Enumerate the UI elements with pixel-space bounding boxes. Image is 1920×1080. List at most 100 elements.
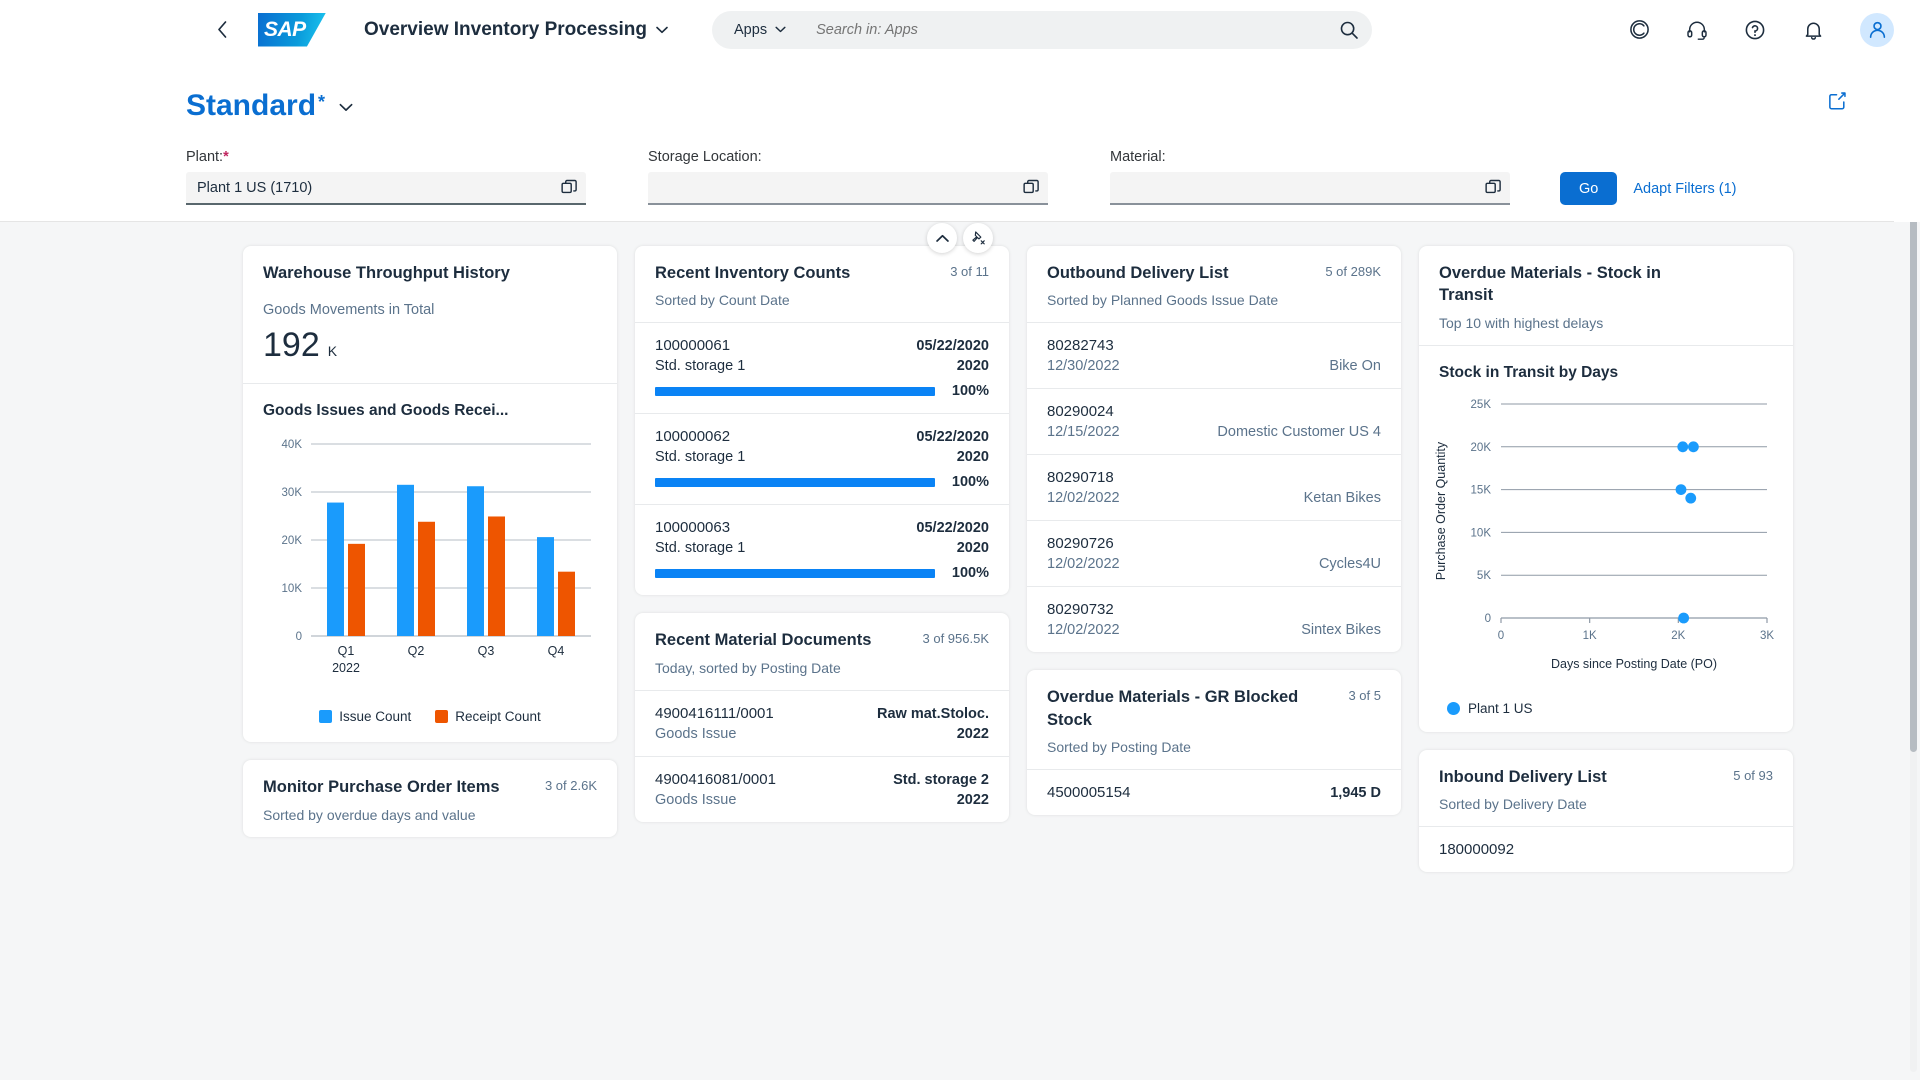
chevron-down-icon <box>775 26 786 33</box>
go-button[interactable]: Go <box>1560 172 1617 205</box>
card-overdue-stock-in-transit[interactable]: Overdue Materials - Stock in Transit Top… <box>1419 246 1793 732</box>
svg-text:10K: 10K <box>282 583 303 595</box>
material-document-id: 4900416081/0001 <box>655 771 776 788</box>
storage-location-input-wrapper[interactable] <box>648 172 1048 205</box>
legend-item-issue-count[interactable]: Issue Count <box>319 709 411 724</box>
svg-text:1K: 1K <box>1583 630 1597 642</box>
bar-chart[interactable]: 010K20K30K40KQ12022Q2Q3Q4 <box>243 424 617 705</box>
inventory-count-id: 100000063 <box>655 519 730 536</box>
list-item[interactable]: 8029072612/02/2022Cycles4U <box>1027 520 1401 586</box>
list-item[interactable]: 10000006105/22/2020Std. storage 12020100… <box>635 322 1009 413</box>
variant-modified-marker: * <box>318 93 325 111</box>
list-item-line: 45000051541,945 D <box>1047 784 1381 801</box>
app-title-menu[interactable]: Overview Inventory Processing <box>364 19 668 41</box>
card-subtitle: Sorted by Count Date <box>655 292 989 308</box>
plant-input[interactable] <box>197 180 561 196</box>
list-item[interactable]: 8029002412/15/2022Domestic Customer US 4 <box>1027 388 1401 454</box>
legend-swatch <box>435 710 448 723</box>
adapt-filters-button[interactable]: Adapt Filters (1) <box>1633 172 1736 205</box>
card-column-3: Outbound Delivery List 5 of 289K Sorted … <box>1027 246 1401 815</box>
card-subtitle: Today, sorted by Posting Date <box>655 660 989 676</box>
search-scope-selector[interactable]: Apps <box>712 11 802 49</box>
support-button[interactable] <box>1680 13 1714 47</box>
planned-goods-issue-date: 12/02/2022 <box>1047 556 1120 572</box>
list-item[interactable]: 45000051541,945 D <box>1027 769 1401 815</box>
list-item-line: 12/30/2022Bike On <box>1047 358 1381 374</box>
storage-location: Raw mat.Stoloc. <box>877 706 989 722</box>
card-inbound-delivery-list[interactable]: Inbound Delivery List 5 of 93 Sorted by … <box>1419 750 1793 872</box>
card-subtitle: Sorted by Posting Date <box>1047 739 1381 755</box>
bar-chart-legend: Issue Count Receipt Count <box>243 705 617 742</box>
storage-location-value-help-button[interactable] <box>1023 179 1040 196</box>
delivery-id: 80290726 <box>1047 535 1114 552</box>
legend-label: Receipt Count <box>455 709 541 724</box>
progress-track <box>655 387 935 396</box>
svg-text:Purchase Order Quantity: Purchase Order Quantity <box>1434 441 1448 580</box>
variant-dropdown-button[interactable] <box>339 99 353 116</box>
search-input[interactable] <box>802 22 1330 38</box>
delivery-id: 80290718 <box>1047 469 1114 486</box>
list-item-line: Goods Issue2022 <box>655 792 989 808</box>
list-item-line: 10000006105/22/2020 <box>655 337 989 354</box>
variant-management-title[interactable]: Standard * <box>186 89 325 123</box>
card-column-4: Overdue Materials - Stock in Transit Top… <box>1419 246 1793 872</box>
legend-label: Plant 1 US <box>1468 701 1533 716</box>
list-item[interactable]: 4900416081/0001Std. storage 2Goods Issue… <box>635 756 1009 822</box>
collapse-filter-bar-button[interactable] <box>927 223 957 253</box>
search-submit-button[interactable] <box>1330 11 1368 49</box>
material-document-id: 4900416111/0001 <box>655 705 774 722</box>
kpi-block: Goods Movements in Total 192 K <box>243 298 617 384</box>
list-item[interactable]: 10000006205/22/2020Std. storage 12020100… <box>635 413 1009 504</box>
plant-input-wrapper[interactable] <box>186 172 586 205</box>
list-item[interactable]: 8029073212/02/2022Sintex Bikes <box>1027 586 1401 652</box>
list-item[interactable]: 180000092 <box>1419 826 1793 872</box>
card-header: Inbound Delivery List 5 of 93 Sorted by … <box>1419 750 1793 826</box>
svg-text:5K: 5K <box>1477 570 1491 582</box>
count-date: 05/22/2020 <box>916 429 989 445</box>
card-recent-inventory-counts[interactable]: Recent Inventory Counts 3 of 11 Sorted b… <box>635 246 1009 595</box>
plant-label: Plant:* <box>186 149 586 165</box>
list-item[interactable]: 8029071812/02/2022Ketan Bikes <box>1027 454 1401 520</box>
scatter-chart-title: Stock in Transit by Days <box>1419 346 1793 386</box>
plant-value-help-button[interactable] <box>561 179 578 196</box>
card-count: 3 of 5 <box>1348 688 1381 703</box>
svg-text:0: 0 <box>1498 630 1504 642</box>
material-value-help-button[interactable] <box>1485 179 1502 196</box>
user-avatar[interactable] <box>1860 13 1894 47</box>
share-button[interactable] <box>1820 83 1854 117</box>
storage-location: Std. storage 1 <box>655 358 745 374</box>
material-input-wrapper[interactable] <box>1110 172 1510 205</box>
storage-location-input[interactable] <box>659 180 1023 196</box>
card-recent-material-documents[interactable]: Recent Material Documents 3 of 956.5K To… <box>635 613 1009 821</box>
card-title: Overdue Materials - GR Blocked Stock <box>1047 686 1381 731</box>
help-button[interactable] <box>1738 13 1772 47</box>
list-item[interactable]: 8028274312/30/2022Bike On <box>1027 322 1401 388</box>
copilot-button[interactable] <box>1622 13 1656 47</box>
pin-filter-bar-button[interactable] <box>963 223 993 253</box>
card-warehouse-throughput-history[interactable]: Warehouse Throughput History Goods Movem… <box>243 246 617 742</box>
progress-line: 100% <box>655 565 989 581</box>
notifications-button[interactable] <box>1796 13 1830 47</box>
movement-type: Goods Issue <box>655 726 736 742</box>
planned-goods-issue-date: 12/30/2022 <box>1047 358 1120 374</box>
material-input[interactable] <box>1121 180 1485 196</box>
card-header: Outbound Delivery List 5 of 289K Sorted … <box>1027 246 1401 322</box>
card-outbound-delivery-list[interactable]: Outbound Delivery List 5 of 289K Sorted … <box>1027 246 1401 652</box>
filter-field-plant: Plant:* <box>186 149 586 205</box>
legend-item-receipt-count[interactable]: Receipt Count <box>435 709 541 724</box>
chevron-up-icon <box>936 234 949 243</box>
list-item[interactable]: 4900416111/0001 Raw mat.Stoloc. Goods Issu… <box>635 690 1009 756</box>
planned-goods-issue-date: 12/02/2022 <box>1047 490 1120 506</box>
list-item[interactable]: 10000006305/22/2020Std. storage 12020100… <box>635 504 1009 595</box>
legend-label: Issue Count <box>339 709 411 724</box>
scatter-chart[interactable]: 05K10K15K20K25K01K2K3KDays since Posting… <box>1419 386 1793 697</box>
sap-logo[interactable]: SAP <box>258 13 326 47</box>
filter-field-storage-location: Storage Location: <box>648 149 1048 205</box>
back-button[interactable] <box>204 12 240 48</box>
question-mark-icon <box>1744 19 1766 41</box>
chevron-left-icon <box>216 20 229 39</box>
list-item-line: Std. storage 12020 <box>655 449 989 465</box>
card-monitor-purchase-order-items[interactable]: Monitor Purchase Order Items 3 of 2.6K S… <box>243 760 617 836</box>
shell-actions <box>1622 13 1894 47</box>
card-overdue-gr-blocked-stock[interactable]: Overdue Materials - GR Blocked Stock 3 o… <box>1027 670 1401 815</box>
